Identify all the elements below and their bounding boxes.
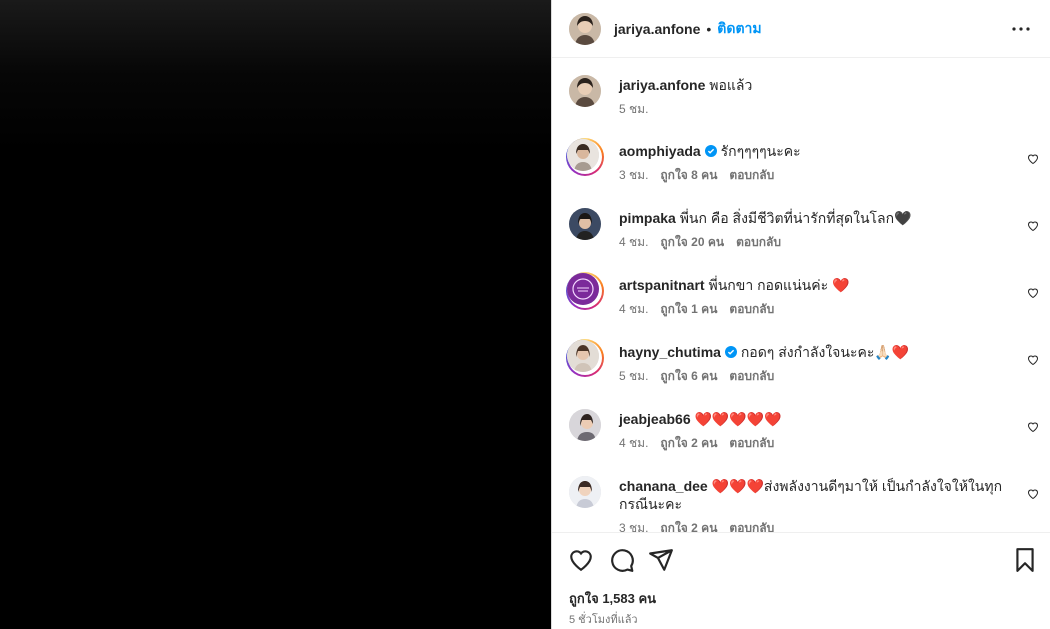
reply-button[interactable]: ตอบกลับ <box>729 302 774 316</box>
comment-like-icon[interactable] <box>1027 421 1039 433</box>
heart-icon[interactable] <box>568 547 594 573</box>
post-timestamp[interactable]: 5 ชั่วโมงที่แล้ว <box>569 610 638 628</box>
author-avatar[interactable] <box>569 12 601 45</box>
more-options-icon[interactable] <box>1009 17 1033 41</box>
comment-username[interactable]: jeabjeab66 <box>619 411 691 427</box>
reply-button[interactable]: ตอบกลับ <box>729 521 774 532</box>
comment-like-icon[interactable] <box>1027 287 1039 299</box>
avatar[interactable] <box>569 409 601 441</box>
reply-button[interactable]: ตอบกลับ <box>729 168 774 182</box>
comment-time[interactable]: 4 ชม. <box>619 436 648 450</box>
comment-username[interactable]: aomphiyada <box>619 143 701 159</box>
comment-likes[interactable]: ถูกใจ 6 คน <box>660 369 717 383</box>
comment-text: รักๆๆๆๆนะคะ <box>720 143 801 159</box>
avatar[interactable] <box>567 273 599 305</box>
author-username[interactable]: jariya.anfone <box>614 21 700 37</box>
follow-button[interactable]: ติดตาม <box>717 18 761 40</box>
share-icon[interactable] <box>648 547 674 573</box>
comment-text: ❤️❤️❤️❤️❤️ <box>694 411 782 427</box>
comment-like-icon[interactable] <box>1027 354 1039 366</box>
comment-icon[interactable] <box>609 547 635 573</box>
story-ring[interactable] <box>566 272 604 310</box>
avatar[interactable] <box>567 340 599 372</box>
comment-text: พี่นก คือ สิ่งมีชีวิตที่น่ารักที่สุดในโล… <box>679 210 912 226</box>
avatar[interactable] <box>569 208 601 240</box>
comment-like-icon[interactable] <box>1027 153 1039 165</box>
post-media[interactable] <box>0 0 551 629</box>
likes-count[interactable]: ถูกใจ 1,583 คน <box>569 588 656 609</box>
reply-button[interactable]: ตอบกลับ <box>729 369 774 383</box>
avatar[interactable] <box>567 139 599 171</box>
bookmark-icon[interactable] <box>1012 547 1038 573</box>
comment-time[interactable]: 3 ชม. <box>619 521 648 532</box>
post-header: jariya.anfone • ติดตาม <box>552 0 1050 58</box>
separator-dot: • <box>706 20 712 37</box>
reply-button[interactable]: ตอบกลับ <box>736 235 781 249</box>
comment-likes[interactable]: ถูกใจ 8 คน <box>660 168 717 182</box>
comment-username[interactable]: artspanitnart <box>619 277 705 293</box>
story-ring[interactable] <box>566 138 604 176</box>
comment-username[interactable]: pimpaka <box>619 210 676 226</box>
comments-list[interactable]: jariya.anfone พอแล้ว 5 ชม. aomphiyada รั… <box>552 59 1050 532</box>
comment-text: กอดๆ ส่งกำลังใจนะคะ🙏🏻❤️ <box>740 344 910 360</box>
caption-time[interactable]: 5 ชม. <box>619 102 648 116</box>
verified-badge-icon <box>724 346 737 358</box>
comment-time[interactable]: 3 ชม. <box>619 168 648 182</box>
comment-likes[interactable]: ถูกใจ 2 คน <box>660 436 717 450</box>
comment-username[interactable]: hayny_chutima <box>619 344 721 360</box>
comment-likes[interactable]: ถูกใจ 2 คน <box>660 521 717 532</box>
post-side-panel: jariya.anfone • ติดตาม jariya.anfone พอแ… <box>551 0 1050 629</box>
comment-time[interactable]: 5 ชม. <box>619 369 648 383</box>
verified-badge-icon <box>704 145 717 157</box>
comment-username[interactable]: chanana_dee <box>619 478 708 494</box>
comment-like-icon[interactable] <box>1027 220 1039 232</box>
comment-likes[interactable]: ถูกใจ 1 คน <box>660 302 717 316</box>
post-actions: ถูกใจ 1,583 คน 5 ชั่วโมงที่แล้ว <box>552 532 1050 629</box>
avatar[interactable] <box>569 476 601 508</box>
comment-like-icon[interactable] <box>1027 488 1039 500</box>
caption-text: พอแล้ว <box>709 77 753 93</box>
comment-likes[interactable]: ถูกใจ 20 คน <box>660 235 724 249</box>
story-ring[interactable] <box>566 339 604 377</box>
comment-text: พี่นกขา กอดแน่นค่ะ ❤️ <box>708 277 850 293</box>
comment-time[interactable]: 4 ชม. <box>619 302 648 316</box>
author-avatar[interactable] <box>569 75 601 107</box>
caption-username[interactable]: jariya.anfone <box>619 77 705 93</box>
reply-button[interactable]: ตอบกลับ <box>729 436 774 450</box>
comment-time[interactable]: 4 ชม. <box>619 235 648 249</box>
